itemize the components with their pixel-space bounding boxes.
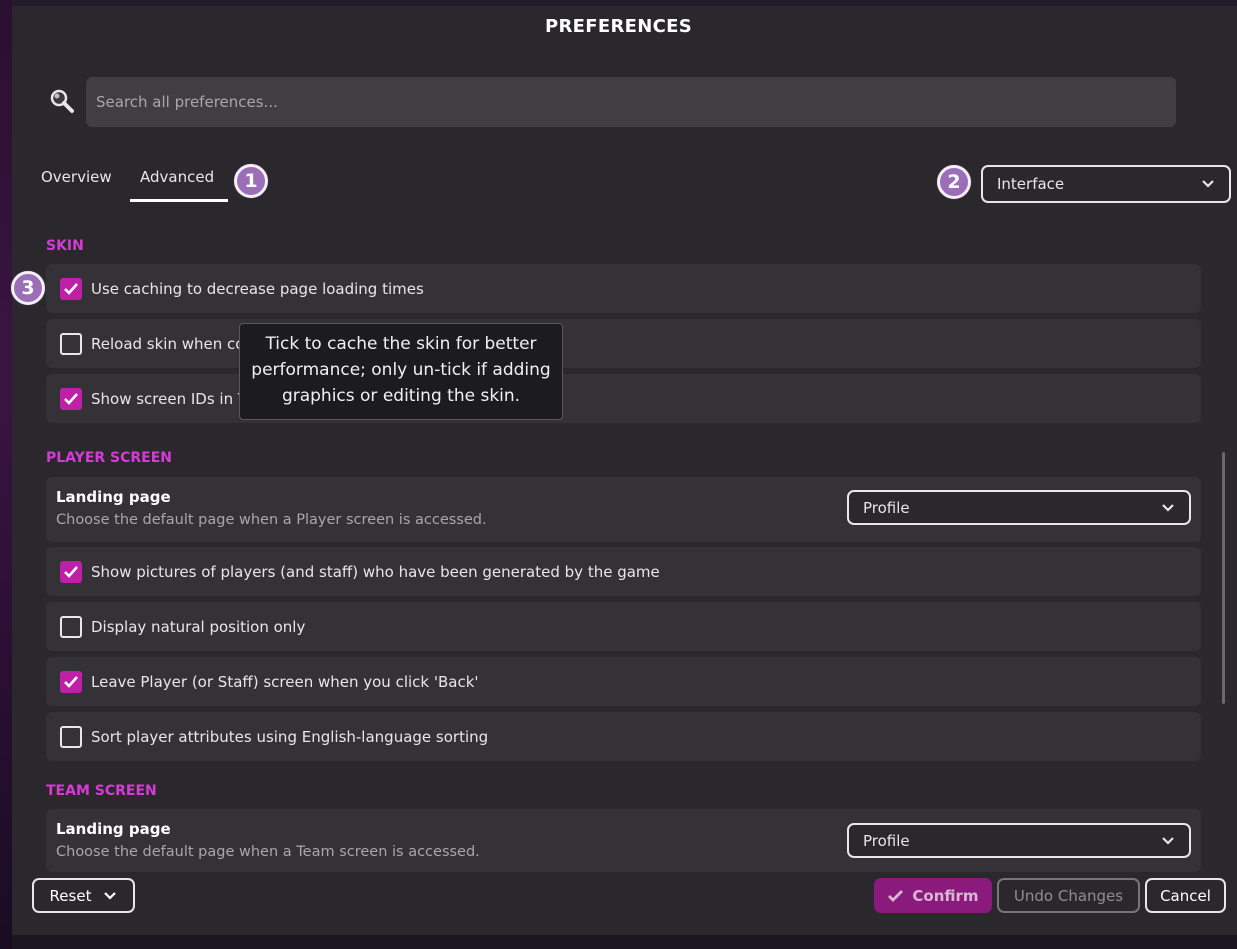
- section-title-team-screen: TEAM SCREEN: [46, 783, 157, 799]
- label-leave-player-screen: Leave Player (or Staff) screen when you …: [91, 673, 479, 691]
- checkmark-icon: [64, 676, 78, 688]
- label-natural-position: Display natural position only: [91, 618, 306, 636]
- checkmark-icon: [64, 393, 78, 405]
- dialog-title: PREFERENCES: [545, 16, 692, 37]
- player-landing-desc: Choose the default page when a Player sc…: [56, 512, 487, 528]
- chevron-down-icon: [104, 891, 117, 900]
- search-input[interactable]: [94, 92, 1176, 112]
- player-landing-select-value: Profile: [863, 498, 910, 517]
- preferences-dialog: [12, 6, 1237, 935]
- team-landing-title: Landing page: [56, 820, 171, 838]
- scrollbar[interactable]: [1222, 452, 1225, 704]
- category-select-value: Interface: [997, 175, 1065, 193]
- tab-advanced[interactable]: Advanced: [140, 168, 214, 186]
- chevron-down-icon: [1162, 836, 1174, 845]
- checkbox-english-sorting[interactable]: [60, 726, 82, 748]
- callout-badge-2: 2: [937, 165, 971, 199]
- tooltip: Tick to cache the skin for better perfor…: [239, 323, 563, 420]
- player-landing-select[interactable]: Profile: [847, 490, 1191, 525]
- cancel-button[interactable]: Cancel: [1145, 878, 1226, 913]
- reset-button[interactable]: Reset: [32, 878, 135, 913]
- callout-badge-1: 1: [234, 164, 268, 198]
- checkmark-icon: [64, 283, 78, 295]
- cancel-button-label: Cancel: [1160, 886, 1211, 905]
- checkbox-show-pictures[interactable]: [60, 561, 82, 583]
- label-reload-skin: Reload skin when co: [91, 335, 245, 353]
- chevron-down-icon: [1162, 503, 1174, 512]
- tooltip-line: Tick to cache the skin for better: [265, 334, 537, 354]
- label-show-pictures: Show pictures of players (and staff) who…: [91, 563, 660, 581]
- checkbox-reload-skin[interactable]: [60, 333, 82, 355]
- undo-changes-button-label: Undo Changes: [1013, 886, 1124, 905]
- checkbox-natural-position[interactable]: [60, 616, 82, 638]
- player-landing-title: Landing page: [56, 488, 171, 506]
- team-landing-select[interactable]: Profile: [847, 823, 1191, 858]
- checkbox-show-screen-ids[interactable]: [60, 388, 82, 410]
- confirm-button-label: Confirm: [912, 886, 979, 905]
- tooltip-line: graphics or editing the skin.: [281, 386, 521, 406]
- search-icon: [50, 89, 74, 113]
- reset-button-label: Reset: [49, 886, 92, 905]
- undo-changes-button[interactable]: Undo Changes: [997, 878, 1140, 913]
- background-left-strip: [0, 0, 12, 949]
- tooltip-line: performance; only un-tick if adding: [251, 360, 551, 380]
- tab-active-underline: [130, 199, 228, 202]
- search-field[interactable]: [86, 77, 1176, 127]
- section-title-player-screen: PLAYER SCREEN: [46, 450, 173, 466]
- section-title-skin: SKIN: [46, 238, 84, 254]
- chevron-down-icon: [1202, 180, 1214, 188]
- team-landing-desc: Choose the default page when a Team scre…: [56, 844, 480, 860]
- label-show-screen-ids: Show screen IDs in T: [91, 390, 248, 408]
- checkbox-use-caching[interactable]: [60, 278, 82, 300]
- tab-overview[interactable]: Overview: [41, 168, 112, 186]
- category-select[interactable]: Interface: [981, 165, 1231, 203]
- callout-badge-3: 3: [11, 271, 45, 305]
- checkbox-leave-player-screen[interactable]: [60, 671, 82, 693]
- label-english-sorting: Sort player attributes using English-lan…: [91, 728, 489, 746]
- label-use-caching: Use caching to decrease page loading tim…: [91, 280, 424, 298]
- checkmark-icon: [64, 566, 78, 578]
- team-landing-select-value: Profile: [863, 831, 910, 850]
- confirm-button[interactable]: Confirm: [874, 878, 992, 913]
- checkmark-icon: [888, 889, 904, 902]
